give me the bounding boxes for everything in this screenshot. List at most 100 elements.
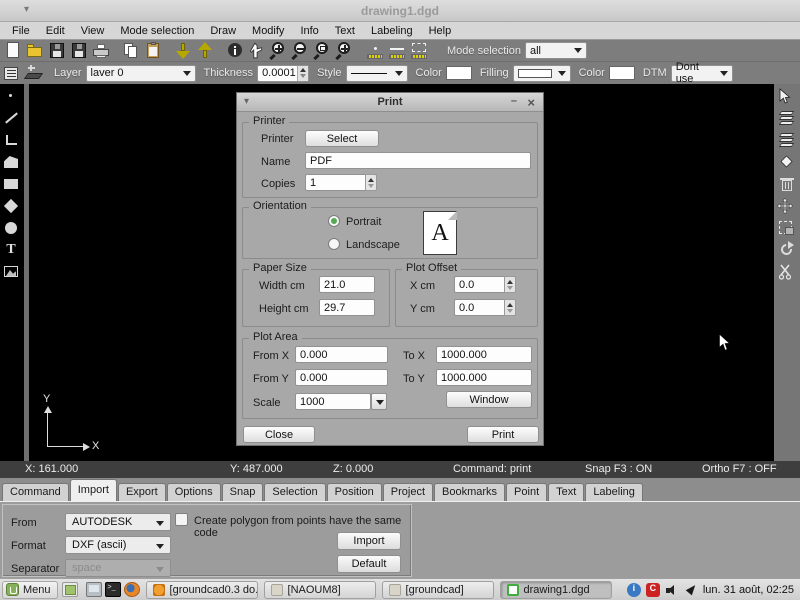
point-tool-icon[interactable] (2, 88, 20, 103)
hand-pan-icon[interactable] (247, 41, 267, 60)
window-button[interactable]: Window (446, 391, 532, 408)
print-button[interactable]: Print (467, 426, 539, 443)
print-dialog-titlebar[interactable]: ▾ Print – × (237, 93, 543, 112)
zoom-window-icon[interactable] (313, 41, 333, 60)
tab-position[interactable]: Position (327, 483, 382, 501)
height-cm-field[interactable]: 29.7 (319, 299, 375, 316)
file-manager-icon[interactable] (86, 582, 102, 597)
move-tool-icon[interactable] (777, 198, 797, 214)
firefox-icon[interactable] (124, 582, 140, 597)
tab-project[interactable]: Project (383, 483, 433, 501)
layer-dropdown[interactable]: laver 0 (86, 65, 196, 82)
layers-alt-tool-icon[interactable] (777, 132, 797, 148)
arrow-up-icon[interactable] (195, 41, 215, 60)
import-button[interactable]: Import (337, 532, 401, 550)
tab-bookmarks[interactable]: Bookmarks (434, 483, 505, 501)
taskbar-window-groundcad[interactable]: [groundcad] (382, 581, 494, 599)
width-cm-field[interactable]: 21.0 (319, 276, 375, 293)
rectangle-tool-icon[interactable] (2, 176, 20, 191)
from-dropdown[interactable]: AUTODESK (65, 513, 171, 531)
format-dropdown[interactable]: DXF (ascii) (65, 536, 171, 554)
menu-mode-selection[interactable]: Mode selection (112, 24, 202, 38)
line-color-swatch[interactable] (446, 66, 472, 80)
tab-labeling[interactable]: Labeling (585, 483, 643, 501)
terminal-icon[interactable]: >_ (105, 582, 121, 597)
polygon-tool-icon[interactable] (2, 154, 20, 169)
portrait-radio[interactable] (328, 215, 340, 227)
clock[interactable]: lun. 31 août, 02:25 (703, 584, 794, 596)
dtm-dropdown[interactable]: Dont use (671, 65, 733, 82)
printer-name-field[interactable]: PDF (305, 152, 531, 169)
layers-tool-icon[interactable] (777, 110, 797, 126)
zoom-out-icon[interactable] (291, 41, 311, 60)
default-button[interactable]: Default (337, 555, 401, 573)
tab-snap[interactable]: Snap (222, 483, 264, 501)
title-bar[interactable]: ▾ drawing1.dgd (0, 0, 800, 22)
antivirus-icon[interactable]: C (646, 583, 660, 597)
from-x-field[interactable]: 0.000 (295, 346, 388, 363)
minimize-icon[interactable]: – (511, 95, 517, 107)
menu-edit[interactable]: Edit (38, 24, 73, 38)
offset-x-stepper[interactable]: 0.0 (454, 276, 516, 293)
add-layer-icon[interactable] (24, 64, 44, 83)
to-y-field[interactable]: 1000.000 (436, 369, 532, 386)
offset-y-stepper[interactable]: 0.0 (454, 299, 516, 316)
from-y-field[interactable]: 0.000 (295, 369, 388, 386)
stepper-arrows-icon[interactable] (365, 174, 377, 191)
copy-icon[interactable] (121, 41, 141, 60)
close-icon[interactable]: × (527, 95, 535, 110)
paste-icon[interactable] (143, 41, 163, 60)
stepper-arrows-icon[interactable] (504, 299, 516, 316)
style-dropdown[interactable] (346, 65, 408, 82)
zoom-extents-icon[interactable] (335, 41, 355, 60)
measure-point-icon[interactable] (365, 41, 385, 60)
image-tool-icon[interactable] (2, 264, 20, 279)
measure-area-icon[interactable] (409, 41, 429, 60)
scale-dropdown[interactable]: 1000 (295, 393, 371, 410)
mint-menu-button[interactable]: Menu (2, 581, 58, 599)
copies-stepper[interactable]: 1 (305, 174, 377, 191)
pointer-settings-icon[interactable] (684, 583, 698, 597)
zoom-in-icon[interactable] (269, 41, 289, 60)
chevron-down-icon[interactable] (371, 393, 387, 410)
line-tool-icon[interactable] (2, 110, 20, 125)
rotate-tool-icon[interactable] (777, 242, 797, 258)
info-icon[interactable] (225, 41, 245, 60)
taskbar-window-groundcad-doc[interactable]: [groundcad0.3 do... (146, 581, 258, 599)
trim-tool-icon[interactable] (777, 264, 797, 280)
diamond-tool-icon[interactable] (2, 198, 20, 213)
taskbar-window-naoum8[interactable]: [NAOUM8] (264, 581, 376, 599)
copy-region-tool-icon[interactable] (777, 220, 797, 236)
printer-select-button[interactable]: Select (305, 130, 379, 147)
menu-view[interactable]: View (73, 24, 113, 38)
same-code-checkbox[interactable] (175, 513, 188, 526)
measure-line-icon[interactable] (387, 41, 407, 60)
save-as-icon[interactable] (69, 41, 89, 60)
landscape-radio[interactable] (328, 238, 340, 250)
tab-export[interactable]: Export (118, 483, 166, 501)
polyline-tool-icon[interactable] (2, 132, 20, 147)
status-ortho[interactable]: Ortho F7 : OFF (702, 463, 777, 475)
menu-text[interactable]: Text (327, 24, 363, 38)
mode-selection-dropdown[interactable]: all (525, 42, 587, 59)
menu-modify[interactable]: Modify (244, 24, 292, 38)
tab-text[interactable]: Text (548, 483, 584, 501)
menu-help[interactable]: Help (421, 24, 460, 38)
text-tool-icon[interactable]: T (2, 242, 20, 257)
menu-info[interactable]: Info (292, 24, 326, 38)
tab-options[interactable]: Options (167, 483, 221, 501)
thickness-stepper[interactable]: 0.0001 (257, 65, 309, 82)
select-tool-icon[interactable] (777, 88, 797, 104)
volume-icon[interactable] (665, 583, 679, 597)
menu-labeling[interactable]: Labeling (363, 24, 421, 38)
to-x-field[interactable]: 1000.000 (436, 346, 532, 363)
close-button[interactable]: Close (243, 426, 315, 443)
eraser-tool-icon[interactable] (777, 154, 797, 170)
tab-import[interactable]: Import (70, 479, 117, 501)
tab-command[interactable]: Command (2, 483, 69, 501)
filling-dropdown[interactable] (513, 65, 571, 82)
stepper-arrows-icon[interactable] (504, 276, 516, 293)
taskbar-window-drawing1[interactable]: drawing1.dgd (500, 581, 612, 599)
layer-list-icon[interactable] (2, 64, 22, 83)
menu-draw[interactable]: Draw (202, 24, 244, 38)
